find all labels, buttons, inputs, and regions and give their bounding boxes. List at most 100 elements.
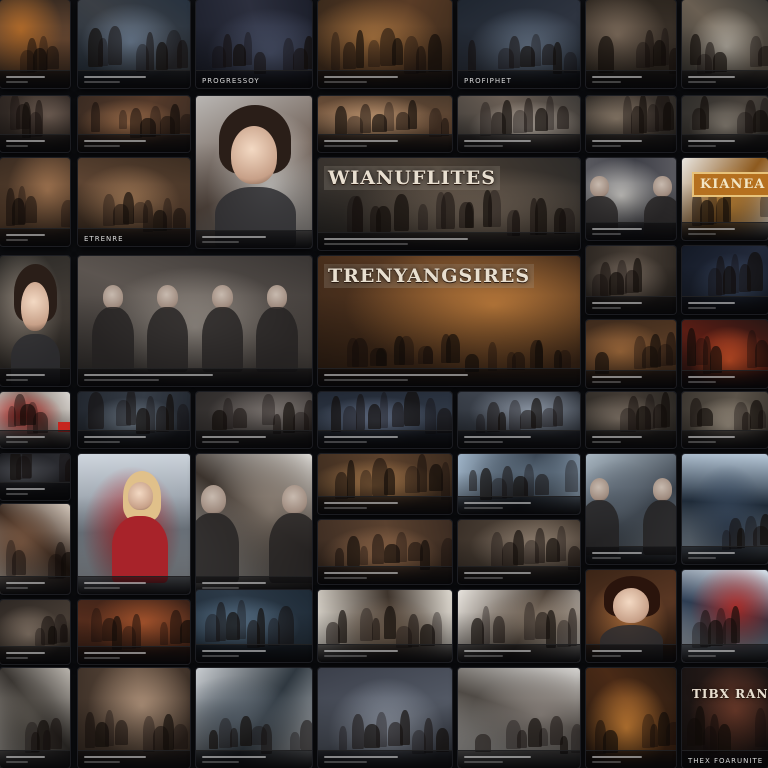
figure-silhouette xyxy=(35,100,43,136)
media-thumbnail[interactable] xyxy=(318,96,452,152)
media-thumbnail[interactable] xyxy=(458,454,580,514)
media-thumbnail[interactable]: ETRENRE xyxy=(78,158,190,246)
media-thumbnail[interactable] xyxy=(0,668,70,768)
media-thumbnail[interactable] xyxy=(586,96,676,152)
media-thumbnail[interactable] xyxy=(0,454,70,500)
media-thumbnail[interactable] xyxy=(78,256,312,386)
media-thumbnail[interactable] xyxy=(318,668,452,768)
media-thumbnail[interactable] xyxy=(0,158,70,246)
media-thumbnail[interactable] xyxy=(682,454,768,564)
media-thumbnail[interactable] xyxy=(682,392,768,448)
media-thumbnail[interactable] xyxy=(78,96,190,152)
media-thumbnail[interactable]: KIANEA xyxy=(682,158,768,240)
media-thumbnail[interactable] xyxy=(0,504,70,594)
thumbnail-caption-bar xyxy=(0,228,70,246)
media-thumbnail[interactable] xyxy=(458,590,580,662)
caption-line xyxy=(688,81,716,83)
thumbnail-caption-bar: PROGRESSOY xyxy=(196,70,312,88)
figure-silhouette xyxy=(757,410,766,428)
media-thumbnail[interactable] xyxy=(586,454,676,564)
figure-silhouette xyxy=(535,340,544,369)
figure-silhouette xyxy=(146,396,156,433)
figure-silhouette xyxy=(559,350,572,368)
media-thumbnail[interactable] xyxy=(586,392,676,448)
media-thumbnail[interactable] xyxy=(682,246,768,314)
caption-line xyxy=(592,557,621,559)
caption-line xyxy=(84,441,120,443)
media-thumbnail[interactable] xyxy=(196,454,312,594)
figure-silhouette xyxy=(545,96,554,130)
media-thumbnail[interactable] xyxy=(682,0,768,88)
media-thumbnail[interactable] xyxy=(458,392,580,448)
media-thumbnail[interactable]: PROGRESSOY xyxy=(196,0,312,88)
caption-line xyxy=(592,552,642,554)
thumbnail-caption-bar xyxy=(78,70,190,88)
figure-silhouette xyxy=(343,42,357,69)
caption-line xyxy=(592,436,642,438)
media-thumbnail[interactable] xyxy=(0,392,70,448)
figure-silhouette xyxy=(407,100,417,129)
figure-silhouette xyxy=(493,616,506,643)
media-thumbnail[interactable] xyxy=(318,0,452,88)
media-thumbnail[interactable] xyxy=(78,668,190,768)
figure-silhouette xyxy=(746,252,763,291)
media-thumbnail[interactable] xyxy=(0,0,70,88)
figure-silhouette xyxy=(335,106,348,135)
media-thumbnail[interactable] xyxy=(0,600,70,664)
caption-line xyxy=(84,436,146,438)
media-thumbnail[interactable] xyxy=(196,392,312,448)
media-thumbnail[interactable] xyxy=(318,520,452,584)
thumbnail-caption-bar xyxy=(682,644,768,662)
media-thumbnail[interactable] xyxy=(682,320,768,388)
media-thumbnail[interactable] xyxy=(78,0,190,88)
caption-line xyxy=(688,557,716,559)
media-thumbnail[interactable] xyxy=(0,256,70,386)
media-thumbnail[interactable] xyxy=(682,96,768,152)
media-thumbnail[interactable]: WIANUFLITES xyxy=(318,158,580,250)
media-thumbnail[interactable] xyxy=(196,668,312,768)
figure-silhouette xyxy=(383,606,396,639)
caption-line xyxy=(84,761,120,763)
face-shape xyxy=(266,284,288,309)
media-thumbnail[interactable] xyxy=(586,668,676,768)
media-thumbnail[interactable] xyxy=(586,0,676,88)
figure-silhouette xyxy=(289,732,300,751)
media-thumbnail[interactable] xyxy=(586,570,676,662)
caption-line xyxy=(464,140,532,142)
caption-line xyxy=(6,657,29,659)
media-thumbnail[interactable] xyxy=(78,392,190,448)
media-thumbnail[interactable] xyxy=(196,590,312,662)
media-thumbnail[interactable] xyxy=(458,96,580,152)
media-thumbnail[interactable] xyxy=(0,96,70,152)
media-thumbnail[interactable]: PROFIPHET xyxy=(458,0,580,88)
media-thumbnail[interactable] xyxy=(458,668,580,768)
media-thumbnail[interactable] xyxy=(78,454,190,594)
caption-line xyxy=(688,76,736,78)
media-thumbnail[interactable] xyxy=(586,246,676,314)
figure-silhouette xyxy=(760,98,768,131)
figure-silhouette xyxy=(367,40,380,67)
figure-silhouette xyxy=(431,612,442,645)
media-thumbnail[interactable] xyxy=(78,600,190,664)
media-thumbnail[interactable] xyxy=(318,454,452,514)
media-thumbnail[interactable] xyxy=(458,520,580,584)
caption-line xyxy=(324,140,398,142)
caption-line xyxy=(592,81,621,83)
media-thumbnail[interactable] xyxy=(318,590,452,662)
media-thumbnail[interactable] xyxy=(682,570,768,662)
figure-silhouette xyxy=(737,528,746,548)
media-thumbnail[interactable]: TIBX RANNIC THEX FOARUNITE xyxy=(682,668,768,768)
caption-line xyxy=(202,587,240,589)
media-thumbnail[interactable]: TRENYANGSIRES xyxy=(318,256,580,386)
media-thumbnail[interactable] xyxy=(586,320,676,388)
figure-silhouette xyxy=(303,400,312,431)
figure-silhouette xyxy=(538,728,548,746)
figure-silhouette xyxy=(535,198,548,235)
media-thumbnail[interactable] xyxy=(196,96,312,248)
figure-silhouette xyxy=(163,198,173,230)
figure-silhouette xyxy=(91,102,101,132)
figure-silhouette xyxy=(731,606,741,643)
media-thumbnail[interactable] xyxy=(318,392,452,448)
caption-line xyxy=(84,587,120,589)
media-thumbnail[interactable] xyxy=(586,158,676,240)
